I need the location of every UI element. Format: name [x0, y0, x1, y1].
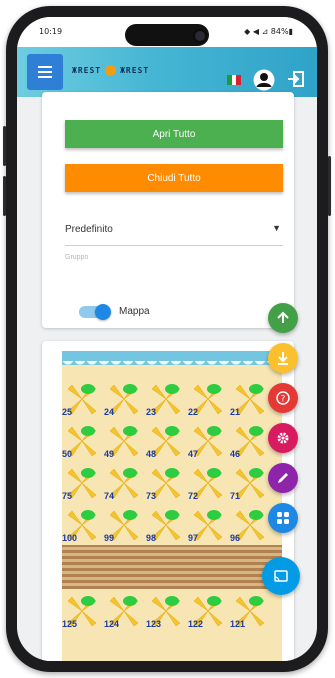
- phone-frame: 10:19 ◆ ◀ ⊿ 84%▮ ЖREST ЖREST Apri Tutto …: [3, 6, 331, 672]
- umbrella-spot[interactable]: 73: [146, 463, 186, 503]
- settings-button[interactable]: [268, 423, 298, 453]
- umbrella-number: 99: [104, 533, 115, 543]
- umbrella-spot[interactable]: 46: [230, 421, 270, 461]
- download-button[interactable]: [268, 343, 298, 373]
- menu-bar-icon: [38, 66, 52, 68]
- umbrella-number: 98: [146, 533, 157, 543]
- edit-button[interactable]: [268, 463, 298, 493]
- umbrella-number: 21: [230, 407, 241, 417]
- beach-map: 25 24 23 22 21 50 49 48 47 46 75 74 73 72 71 100 99 98 97 9…: [62, 351, 282, 661]
- power-button: [328, 156, 331, 216]
- umbrella-number: 122: [188, 619, 204, 629]
- umbrella-spot[interactable]: 23: [146, 379, 186, 419]
- umbrella-spot[interactable]: 72: [188, 463, 228, 503]
- umbrella-spot[interactable]: 47: [188, 421, 228, 461]
- caret-down-icon: ▼: [272, 223, 281, 233]
- umbrella-number: 50: [62, 449, 73, 459]
- umbrella-number: 125: [62, 619, 78, 629]
- umbrella-spot[interactable]: 49: [104, 421, 144, 461]
- map-toggle[interactable]: [79, 304, 111, 320]
- svg-text:?: ?: [281, 395, 286, 405]
- logo-dot-icon: [105, 65, 117, 76]
- grid-button[interactable]: [268, 503, 298, 533]
- umbrella-number: 121: [230, 619, 246, 629]
- controls-card: Apri Tutto Chiudi Tutto Predefinito ▼ Gr…: [42, 92, 294, 328]
- logout-icon[interactable]: [287, 70, 305, 93]
- beach-map-card: 25 24 23 22 21 50 49 48 47 46 75 74 73 72 71 100 99 98 97 9…: [42, 341, 294, 661]
- umbrella-spot[interactable]: 21: [230, 379, 270, 419]
- cast-icon: [273, 568, 289, 584]
- umbrella-spot[interactable]: 71: [230, 463, 270, 503]
- italian-flag-icon[interactable]: [227, 75, 242, 85]
- umbrella-spot[interactable]: 125: [62, 591, 102, 631]
- umbrella-spot[interactable]: 123: [146, 591, 186, 631]
- help-icon: ?: [276, 391, 290, 405]
- logo-text-left: ЖREST: [72, 66, 102, 75]
- download-icon: [276, 351, 290, 365]
- app-bar: ЖREST ЖREST: [17, 47, 317, 97]
- map-toggle-label: Mappa: [119, 306, 150, 317]
- hamburger-menu-button[interactable]: [27, 54, 63, 90]
- umbrella-spot[interactable]: 24: [104, 379, 144, 419]
- umbrella-spot[interactable]: 121: [230, 591, 270, 631]
- umbrella-number: 24: [104, 407, 115, 417]
- preset-select-value: Predefinito: [65, 224, 113, 235]
- scroll-up-button[interactable]: [268, 303, 298, 333]
- gear-icon: [276, 431, 290, 445]
- cast-button[interactable]: [262, 557, 300, 595]
- menu-bar-icon: [38, 76, 52, 78]
- volume-down-button: [3, 176, 6, 216]
- umbrella-spot[interactable]: 48: [146, 421, 186, 461]
- umbrella-number: 74: [104, 491, 115, 501]
- umbrella-spot[interactable]: 75: [62, 463, 102, 503]
- volume-up-button: [3, 126, 6, 166]
- umbrella-spot[interactable]: 98: [146, 505, 186, 545]
- wooden-walkway: [62, 545, 282, 589]
- screen: 10:19 ◆ ◀ ⊿ 84%▮ ЖREST ЖREST Apri Tutto …: [17, 17, 317, 661]
- umbrella-spot[interactable]: 50: [62, 421, 102, 461]
- open-all-button[interactable]: Apri Tutto: [65, 120, 283, 148]
- status-time: 10:19: [39, 27, 63, 36]
- toggle-knob: [95, 304, 111, 320]
- umbrella-number: 100: [62, 533, 78, 543]
- umbrella-spot[interactable]: 74: [104, 463, 144, 503]
- preset-select[interactable]: Predefinito ▼: [65, 214, 283, 246]
- menu-bar-icon: [38, 71, 52, 73]
- umbrella-number: 96: [230, 533, 241, 543]
- umbrella-number: 23: [146, 407, 157, 417]
- umbrella-number: 49: [104, 449, 115, 459]
- umbrella-number: 72: [188, 491, 199, 501]
- umbrella-number: 124: [104, 619, 120, 629]
- umbrella-number: 123: [146, 619, 162, 629]
- umbrella-spot[interactable]: 22: [188, 379, 228, 419]
- umbrella-spot[interactable]: 96: [230, 505, 270, 545]
- wave-foam: [62, 361, 282, 371]
- umbrella-number: 75: [62, 491, 73, 501]
- umbrella-number: 25: [62, 407, 73, 417]
- umbrella-spot[interactable]: 122: [188, 591, 228, 631]
- arrow-up-icon: [276, 311, 290, 325]
- umbrella-spot[interactable]: 99: [104, 505, 144, 545]
- help-button[interactable]: ?: [268, 383, 298, 413]
- status-icons: ◆ ◀ ⊿ 84%▮: [244, 27, 293, 36]
- umbrella-number: 22: [188, 407, 199, 417]
- umbrella-number: 73: [146, 491, 157, 501]
- umbrella-spot[interactable]: 25: [62, 379, 102, 419]
- umbrella-number: 46: [230, 449, 241, 459]
- close-all-button[interactable]: Chiudi Tutto: [65, 164, 283, 192]
- front-camera: [193, 29, 207, 43]
- umbrella-number: 48: [146, 449, 157, 459]
- umbrella-spot[interactable]: 97: [188, 505, 228, 545]
- umbrella-number: 47: [188, 449, 199, 459]
- app-logo: ЖREST ЖREST: [72, 65, 149, 76]
- umbrella-spot[interactable]: 124: [104, 591, 144, 631]
- umbrella-number: 97: [188, 533, 199, 543]
- group-field-label: Gruppo: [65, 254, 89, 261]
- grid-icon: [276, 511, 290, 525]
- logo-text-right: ЖREST: [120, 66, 150, 75]
- umbrella-number: 71: [230, 491, 241, 501]
- umbrella-spot[interactable]: 100: [62, 505, 102, 545]
- pencil-icon: [276, 471, 290, 485]
